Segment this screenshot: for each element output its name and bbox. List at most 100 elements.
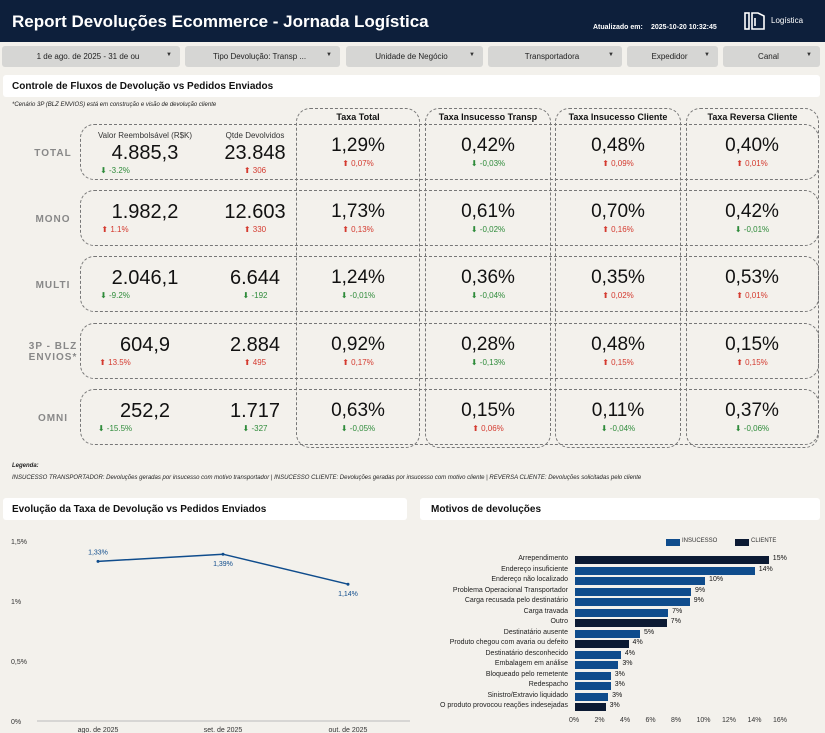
updated-label: Atualizado em: (593, 24, 643, 31)
transportadora-filter[interactable]: Transportadora ▼ (488, 46, 622, 67)
filter-bar: 1 de ago. de 2025 - 31 de ou ▼ Tipo Devol… (0, 46, 825, 67)
legend-label: CLIENTE (751, 538, 777, 544)
bar-category-label: Sinistro/Extravio liquidado (487, 691, 568, 699)
bar-value-label: 7% (672, 607, 683, 615)
x-tick-label: set. de 2025 (204, 727, 243, 733)
filter-label: 1 de ago. de 2025 - 31 de ou (36, 52, 140, 61)
valor-variation: ⬇ -3.2% (100, 166, 130, 175)
logo-text: Logística (771, 16, 804, 25)
bar-category-label: Arrependimento (518, 555, 568, 562)
qtde-variation: ⬆ 330 (243, 225, 267, 234)
rate-variation: ⬆ 0,13% (342, 225, 374, 234)
evolution-chart-title: Evolução da Taxa de Devolução vs Pedidos… (12, 504, 267, 515)
qtde-variation: ⬇ -327 (242, 424, 268, 433)
bar-value-label: 4% (624, 649, 636, 657)
rate-value: 0,11% (591, 400, 645, 421)
expedidor-filter[interactable]: Expedidor ▼ (627, 46, 718, 67)
rate-variation: ⬆ 0,07% (342, 159, 374, 168)
qtde-value: 23.848 (224, 142, 286, 164)
rate-value: 0,53% (725, 267, 779, 288)
bar-category-label: Embalagem em análise (494, 660, 568, 667)
rate-variation: ⬇ -0,03% (470, 159, 506, 168)
bar-value-label: 4% (632, 639, 643, 646)
valor-value: 2.046,1 (111, 267, 179, 289)
row-label: 3P - BLZ ENVIOS* (28, 341, 78, 363)
filter-label: Transportadora (524, 52, 580, 61)
dropdown-arrow-icon: ▼ (704, 52, 710, 58)
x-tick-label: 6% (645, 717, 656, 724)
valor-variation: ⬇ -9.2% (100, 291, 130, 300)
y-tick-label: 1,5% (11, 539, 27, 546)
bar (575, 629, 641, 638)
unidade-negocio-filter[interactable]: Unidade de Negócio ▼ (346, 46, 483, 67)
qtde-value: 12.603 (224, 201, 286, 223)
rate-value: 0,48% (591, 334, 645, 355)
bar (575, 640, 629, 648)
x-tick-label: 10% (696, 717, 711, 724)
x-tick-label: 16% (773, 717, 788, 724)
qtde-variation: ⬆ 306 (243, 166, 267, 175)
bar (575, 682, 611, 690)
bar-category-label: Endereço não localizado (491, 576, 568, 583)
filter-label: Tipo Devolução: Transp ... (212, 52, 307, 61)
motivos-chart-title: Motivos de devoluções (431, 504, 542, 515)
evolution-title-card: Evolução da Taxa de Devolução vs Pedidos… (3, 498, 407, 520)
rate-variation: ⬆ 0,06% (472, 424, 504, 433)
row-label: TOTAL (34, 148, 72, 159)
date-range-filter[interactable]: 1 de ago. de 2025 - 31 de ou ▼ (2, 46, 180, 67)
column-header: Taxa Insucesso Cliente (568, 112, 668, 122)
updated-value: 2025-10-20 10:32:45 (651, 24, 717, 31)
canal-filter[interactable]: Canal ▼ (723, 46, 820, 67)
bar-category-label: Bloqueado pelo remetente (485, 670, 568, 678)
row-label: MONO (35, 214, 71, 225)
rate-value: 0,15% (725, 334, 779, 355)
rate-value: 0,70% (591, 201, 645, 222)
column-header: Taxa Reversa Cliente (707, 112, 798, 122)
logo-icon (744, 12, 765, 30)
x-tick-label: 4% (620, 717, 631, 724)
bar-category-label: Redespacho (528, 681, 568, 688)
motivos-title-card: Motivos de devoluções (420, 498, 820, 520)
line-point (221, 552, 225, 556)
page-title: Report Devoluções Ecommerce - Jornada Lo… (12, 12, 429, 31)
data-label: 1,14% (338, 591, 358, 598)
row-label: OMNI (37, 413, 69, 424)
valor-value: 252,2 (119, 400, 171, 422)
legend-title: Legenda: (12, 463, 39, 469)
x-tick-label: 14% (747, 717, 762, 724)
bar-value-label: 15% (772, 555, 787, 562)
rate-value: 0,48% (591, 135, 645, 156)
valor-variation: ⬆ 1.1% (101, 225, 129, 234)
tipo-devolucao-filter[interactable]: Tipo Devolução: Transp ... ▼ (185, 46, 340, 67)
bar-category-label: Carga travada (523, 607, 568, 615)
rate-value: 0,42% (461, 135, 515, 156)
bar-value-label: 9% (693, 597, 704, 604)
filter-label: Expedidor (651, 52, 688, 61)
rate-variation: ⬇ -0,04% (600, 424, 636, 433)
data-label: 1,33% (88, 549, 108, 556)
rate-variation: ⬇ -0,04% (470, 291, 506, 300)
bar (575, 587, 692, 596)
dropdown-arrow-icon: ▼ (806, 52, 812, 58)
rate-variation: ⬇ -0,01% (340, 291, 376, 300)
bar-value-label: 3% (622, 660, 633, 667)
rate-variation: ⬇ -0,05% (340, 424, 376, 433)
control-title: Controle de Fluxos de Devolução vs Pedid… (12, 81, 274, 92)
filter-label: Unidade de Negócio (375, 52, 448, 61)
rate-value: 0,28% (461, 334, 515, 355)
x-tick-label: out. de 2025 (329, 727, 368, 733)
y-tick-label: 1% (11, 599, 21, 606)
bar (575, 619, 667, 627)
bar (575, 598, 690, 606)
line-chart-svg: 0% 0,5% 1% 1,5% 1,33% 1,39% 1,14% ago. de 2025 s… (11, 539, 410, 733)
bar-value-label: 10% (709, 576, 724, 583)
bar (575, 577, 706, 585)
bar-category-label: Carga recusada pelo destinatário (464, 597, 568, 604)
bar (575, 608, 669, 617)
column-header: Taxa Insucesso Transp (438, 112, 538, 122)
header-bar: Report Devoluções Ecommerce - Jornada Lo… (0, 0, 825, 42)
dropdown-arrow-icon: ▼ (326, 52, 332, 58)
legend-label: INSUCESSO (682, 538, 718, 544)
rate-value: 0,37% (725, 400, 779, 421)
rate-variation: ⬆ 0,16% (602, 225, 634, 234)
